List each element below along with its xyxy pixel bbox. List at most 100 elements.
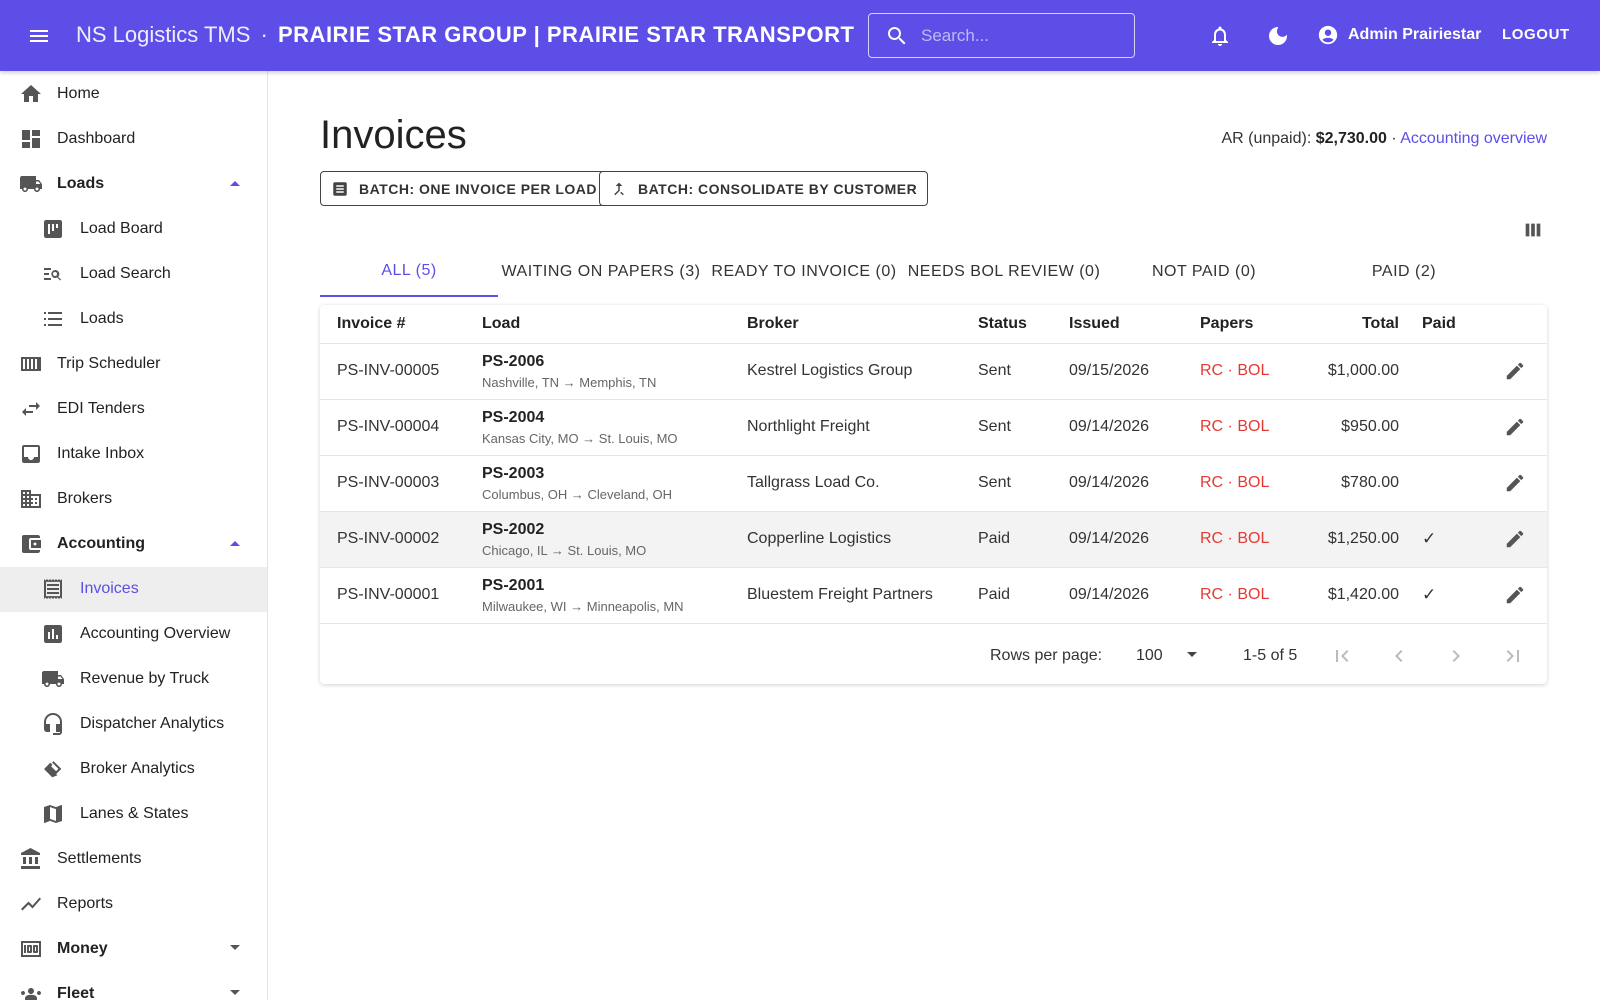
column-header-invoice[interactable]: Invoice #	[337, 315, 405, 333]
merge-icon	[614, 182, 624, 195]
sidebar: Home Dashboard Loads Load Board Load Sea…	[0, 71, 268, 1000]
search-input[interactable]	[921, 25, 1121, 46]
tab-ready-to-invoice[interactable]: READY TO INVOICE (0)	[704, 247, 904, 297]
handshake-icon	[44, 761, 62, 778]
tab-not-paid[interactable]: NOT PAID (0)	[1104, 247, 1304, 297]
sidebar-item-label: Trip Scheduler	[57, 355, 161, 372]
sidebar-item-brokers[interactable]: Brokers	[0, 477, 267, 522]
column-header-broker[interactable]: Broker	[747, 315, 799, 333]
ar-summary: AR (unpaid): $2,730.00 · Accounting over…	[1221, 130, 1547, 148]
view-columns-icon[interactable]	[1522, 219, 1544, 241]
app-brand: NS Logistics TMS · PRAIRIE STAR GROUP | …	[76, 22, 854, 48]
sidebar-item-trip-scheduler[interactable]: Trip Scheduler	[0, 342, 267, 387]
sidebar-item-label: Brokers	[57, 490, 113, 507]
sidebar-item-load-search[interactable]: Load Search	[0, 252, 267, 297]
papers-status: RC · BOL	[1200, 474, 1270, 491]
batch-consolidate-button[interactable]: BATCH: CONSOLIDATE BY CUSTOMER	[599, 171, 929, 206]
chevron-down-icon	[230, 945, 240, 950]
menu-icon[interactable]	[27, 24, 51, 48]
sidebar-item-edi-tenders[interactable]: EDI Tenders	[0, 387, 267, 432]
load-id: PS-2001	[482, 577, 545, 594]
tab-all[interactable]: ALL (5)	[320, 247, 498, 297]
tab-needs-bol-review[interactable]: NEEDS BOL REVIEW (0)	[904, 247, 1104, 297]
sidebar-item-dashboard[interactable]: Dashboard	[0, 117, 267, 162]
table-row[interactable]: PS-INV-00002 PS-2002 Chicago, IL → St. L…	[320, 512, 1547, 568]
table-row[interactable]: PS-INV-00005 PS-2006 Nashville, TN → Mem…	[320, 344, 1547, 400]
edit-icon[interactable]	[1504, 360, 1526, 382]
sidebar-item-dispatcher-analytics[interactable]: Dispatcher Analytics	[0, 702, 267, 747]
sidebar-item-money-group[interactable]: Money	[0, 927, 267, 972]
papers-status: RC · BOL	[1200, 418, 1270, 435]
table-pagination: Rows per page: 100 1-5 of 5	[320, 629, 1547, 684]
column-header-total[interactable]: Total	[1343, 315, 1399, 333]
sidebar-item-label: Fleet	[57, 985, 95, 1000]
dashboard-icon	[22, 130, 40, 148]
table-row[interactable]: PS-INV-00001 PS-2001 Milwaukee, WI → Min…	[320, 568, 1547, 624]
sidebar-item-label: Dashboard	[57, 130, 136, 147]
sidebar-item-loads[interactable]: Loads	[0, 297, 267, 342]
invoice-status: Sent	[978, 474, 1011, 491]
truck-icon	[42, 671, 64, 687]
invoice-number: PS-INV-00005	[337, 362, 440, 379]
sidebar-item-accounting-overview[interactable]: Accounting Overview	[0, 612, 267, 657]
logout-button[interactable]: LOGOUT	[1502, 26, 1570, 43]
search-box[interactable]	[868, 13, 1135, 58]
first-page-icon[interactable]	[1330, 644, 1354, 668]
rows-per-page-select[interactable]: 100	[1136, 639, 1206, 671]
sidebar-item-label: Dispatcher Analytics	[80, 715, 225, 732]
sidebar-item-loads-group[interactable]: Loads	[0, 162, 267, 207]
load-route: Columbus, OH → Cleveland, OH	[482, 487, 673, 502]
sidebar-item-broker-analytics[interactable]: Broker Analytics	[0, 747, 267, 792]
invoice-status: Paid	[978, 586, 1011, 603]
truck-icon	[20, 176, 42, 192]
edit-icon[interactable]	[1504, 472, 1526, 494]
invoice-number: PS-INV-00002	[337, 530, 440, 547]
table-row[interactable]: PS-INV-00003 PS-2003 Columbus, OH → Clev…	[320, 456, 1547, 512]
table-row[interactable]: PS-INV-00004 PS-2004 Kansas City, MO → S…	[320, 400, 1547, 456]
column-header-paid[interactable]: Paid	[1422, 315, 1456, 333]
bank-icon	[21, 848, 40, 869]
invoice-total: $950.00	[1341, 418, 1399, 435]
accounting-overview-link[interactable]: Accounting overview	[1400, 130, 1547, 147]
edit-icon[interactable]	[1504, 584, 1526, 606]
sidebar-item-reports[interactable]: Reports	[0, 882, 267, 927]
next-page-icon[interactable]	[1444, 644, 1468, 668]
column-header-issued[interactable]: Issued	[1069, 315, 1120, 333]
sidebar-item-load-board[interactable]: Load Board	[0, 207, 267, 252]
tab-waiting-on-papers[interactable]: WAITING ON PAPERS (3)	[498, 247, 704, 297]
trend-icon	[21, 897, 41, 911]
last-page-icon[interactable]	[1501, 644, 1525, 668]
previous-page-icon[interactable]	[1387, 644, 1411, 668]
page-range: 1-5 of 5	[1243, 647, 1298, 664]
user-menu[interactable]: Admin Prairiestar	[1317, 24, 1481, 46]
edit-icon[interactable]	[1504, 528, 1526, 550]
sidebar-item-invoices[interactable]: Invoices	[0, 567, 267, 612]
invoice-total: $780.00	[1341, 474, 1399, 491]
tab-paid[interactable]: PAID (2)	[1304, 247, 1504, 297]
bell-icon[interactable]	[1208, 24, 1232, 48]
sidebar-item-label: Home	[57, 85, 100, 102]
column-header-papers[interactable]: Papers	[1200, 315, 1253, 333]
batch-one-invoice-button[interactable]: BATCH: ONE INVOICE PER LOAD	[320, 171, 609, 206]
invoice-total: $1,000.00	[1327, 362, 1399, 379]
broker-name: Kestrel Logistics Group	[747, 362, 913, 379]
ar-value: $2,730.00	[1315, 130, 1387, 147]
sidebar-item-revenue-by-truck[interactable]: Revenue by Truck	[0, 657, 267, 702]
broker-name: Copperline Logistics	[747, 530, 892, 547]
sidebar-item-accounting-group[interactable]: Accounting	[0, 522, 267, 567]
page-title: Invoices	[320, 113, 467, 157]
column-header-load[interactable]: Load	[482, 315, 520, 333]
sidebar-item-label: Load Search	[80, 265, 171, 282]
user-name: Admin Prairiestar	[1348, 26, 1482, 43]
dark-mode-icon[interactable]	[1266, 24, 1290, 48]
sidebar-item-fleet-group[interactable]: Fleet	[0, 972, 267, 1000]
column-header-status[interactable]: Status	[978, 315, 1027, 333]
edit-icon[interactable]	[1504, 416, 1526, 438]
sidebar-item-home[interactable]: Home	[0, 72, 267, 117]
broker-name: Bluestem Freight Partners	[747, 586, 933, 603]
sidebar-item-lanes-states[interactable]: Lanes & States	[0, 792, 267, 837]
sidebar-item-label: Reports	[57, 895, 114, 912]
sidebar-item-intake-inbox[interactable]: Intake Inbox	[0, 432, 267, 477]
issued-date: 09/14/2026	[1069, 586, 1150, 603]
sidebar-item-settlements[interactable]: Settlements	[0, 837, 267, 882]
